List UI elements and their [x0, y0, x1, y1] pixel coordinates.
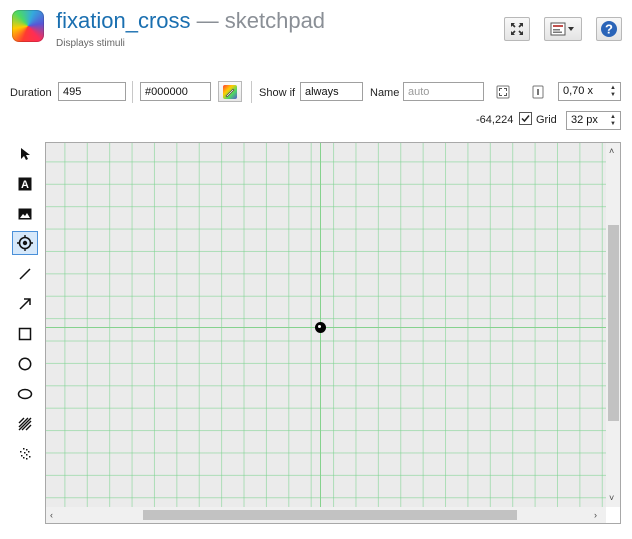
svg-text:?: ? [605, 22, 613, 37]
noise-patch-tool[interactable] [12, 442, 38, 466]
cursor-coordinates: -64,224 [476, 114, 514, 126]
gabor-icon [18, 417, 32, 431]
zoom-value: 0,70 x [563, 85, 593, 97]
center-view-icon [496, 85, 510, 99]
text-tool[interactable]: A [12, 172, 38, 196]
scroll-down-icon[interactable]: ˅ [609, 493, 614, 503]
image-icon [18, 208, 32, 220]
sketchpad-canvas[interactable] [46, 143, 606, 507]
name-label: Name [370, 87, 400, 99]
zoom-reset-button[interactable] [530, 83, 546, 101]
zoom-fit-icon [532, 85, 544, 99]
fixdot-icon [17, 235, 33, 251]
horizontal-scrollbar-thumb[interactable] [143, 510, 517, 520]
show-if-input[interactable]: always [300, 82, 363, 101]
gabor-tool[interactable] [12, 412, 38, 436]
pointer-tool[interactable] [12, 142, 38, 166]
spin-arrows-icon[interactable]: ▲ ▼ [610, 114, 616, 128]
rectangle-tool[interactable] [12, 322, 38, 346]
circle-tool[interactable] [12, 352, 38, 376]
horizontal-center-axis [46, 327, 606, 328]
center-view-button[interactable] [494, 83, 512, 101]
toolbar-divider [132, 81, 133, 103]
scroll-left-icon[interactable]: ‹ [50, 510, 53, 520]
vertical-scrollbar[interactable]: ˄ ˅ [606, 143, 620, 507]
item-description[interactable]: Displays stimuli [56, 38, 125, 49]
text-icon: A [18, 177, 32, 191]
view-mode-icon [550, 22, 574, 36]
scroll-up-icon[interactable]: ˄ [609, 146, 614, 156]
page-title: fixation_cross — sketchpad [56, 8, 325, 34]
grid-checkbox[interactable] [519, 112, 532, 125]
ellipse-tool[interactable] [12, 382, 38, 406]
grid-size-spinbox[interactable]: 32 px ▲ ▼ [566, 111, 621, 130]
fullscreen-button[interactable] [504, 17, 530, 41]
checkmark-icon [521, 115, 530, 123]
color-picker-button[interactable] [218, 81, 242, 102]
app-icon [12, 10, 44, 42]
duration-input[interactable]: 495 [58, 82, 126, 101]
duration-label: Duration [10, 87, 52, 99]
zoom-spinbox[interactable]: 0,70 x ▲ ▼ [558, 82, 621, 101]
sketchpad-canvas-frame: ˄ ˅ ‹ › [45, 142, 621, 524]
show-if-label: Show if [259, 87, 296, 99]
rectangle-icon [18, 327, 32, 341]
help-icon: ? [601, 21, 617, 37]
arrow-icon [19, 298, 31, 310]
arrow-pointer-icon [21, 148, 30, 160]
noise-icon [20, 448, 31, 460]
color-picker-icon [223, 84, 237, 99]
image-tool[interactable] [12, 202, 38, 226]
scroll-right-icon[interactable]: › [594, 510, 597, 520]
fixdot-tool[interactable] [12, 231, 38, 255]
color-input[interactable]: #000000 [140, 82, 211, 101]
item-name-title[interactable]: fixation_cross [56, 8, 191, 33]
arrow-tool[interactable] [12, 292, 38, 316]
line-tool[interactable] [12, 262, 38, 286]
vertical-scrollbar-thumb[interactable] [608, 225, 619, 421]
name-input[interactable]: auto [403, 82, 484, 101]
horizontal-scrollbar[interactable]: ‹ › [46, 507, 606, 523]
item-type-title: sketchpad [224, 8, 326, 33]
grid-label: Grid [536, 114, 557, 126]
line-icon [19, 268, 31, 280]
title-separator: — [190, 8, 225, 33]
ellipse-icon [17, 388, 33, 400]
spin-arrows-icon[interactable]: ▲ ▼ [610, 85, 616, 99]
view-mode-button[interactable] [544, 17, 582, 41]
help-button[interactable]: ? [596, 17, 622, 41]
fullscreen-icon [511, 23, 523, 35]
toolbar-divider [251, 81, 252, 103]
grid-size-value: 32 px [571, 114, 598, 126]
circle-icon [18, 357, 32, 371]
svg-text:A: A [21, 179, 29, 191]
fixation-dot[interactable] [315, 322, 326, 333]
